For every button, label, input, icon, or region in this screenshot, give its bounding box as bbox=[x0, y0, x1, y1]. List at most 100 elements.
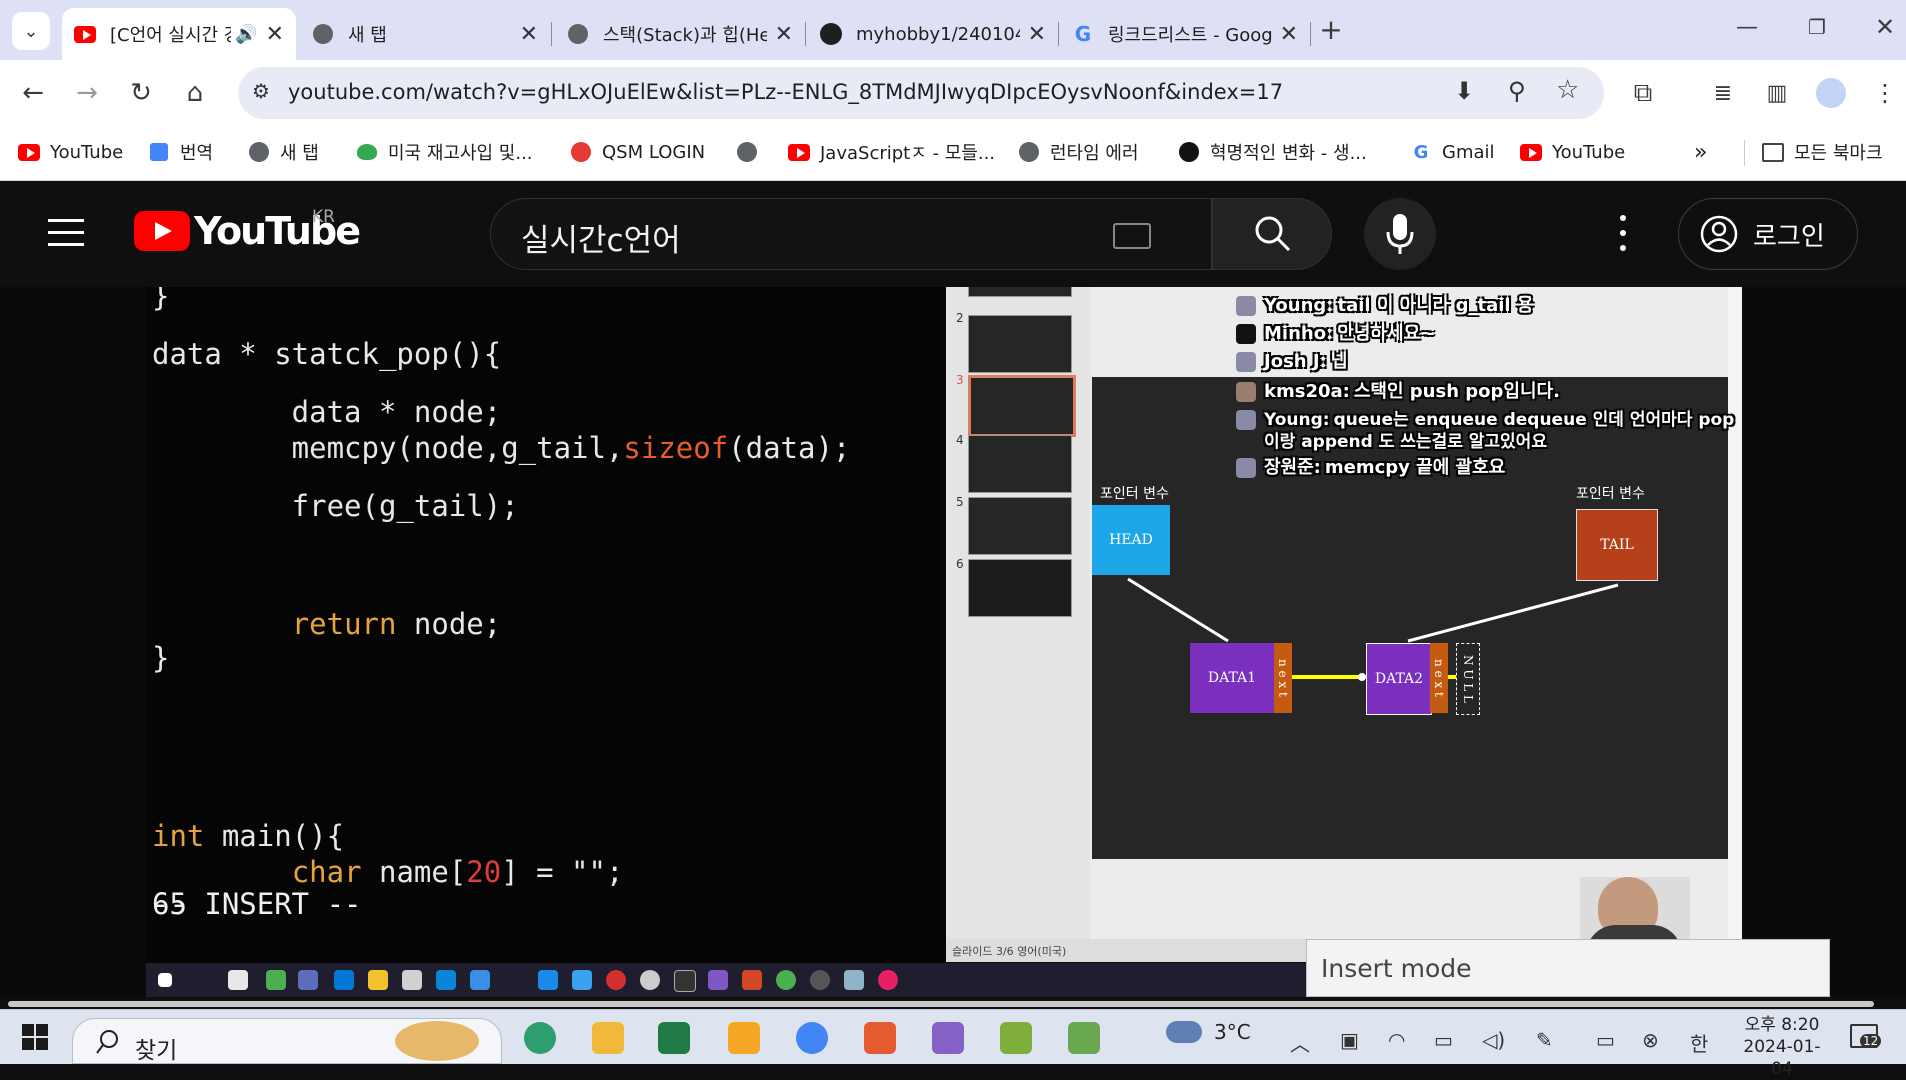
globe-icon bbox=[736, 141, 758, 163]
chat-author: 장원준: bbox=[1264, 457, 1321, 478]
bookmark-item[interactable]: 새 탭 bbox=[248, 136, 319, 168]
speaker-icon[interactable]: 🔊 bbox=[235, 24, 257, 45]
tab-new-tab[interactable]: 새 탭 ✕ bbox=[300, 8, 550, 60]
code-keyword: int bbox=[152, 819, 205, 853]
media-control-icon[interactable]: ≣ bbox=[1706, 76, 1740, 110]
tab-github[interactable]: myhobby1/240104 ✕ bbox=[808, 8, 1058, 60]
bookmark-item[interactable]: YouTube bbox=[18, 136, 123, 168]
tab-stack-heap[interactable]: 스택(Stack)과 힙(Heap) ✕ bbox=[555, 8, 805, 60]
close-icon[interactable]: ✕ bbox=[775, 22, 793, 47]
bookmark-label: Gmail bbox=[1442, 141, 1495, 163]
settings-kebab-icon[interactable] bbox=[1620, 215, 1628, 255]
sign-in-button[interactable]: 로그인 bbox=[1678, 198, 1858, 270]
visual-studio-icon[interactable] bbox=[932, 1022, 964, 1054]
chat-text: 스택인 push pop입니다. bbox=[1353, 381, 1560, 402]
search-button[interactable] bbox=[1212, 198, 1332, 270]
home-icon[interactable]: ⌂ bbox=[178, 76, 212, 110]
notification-center-icon[interactable]: 12 bbox=[1850, 1024, 1882, 1052]
window-close-icon[interactable]: ✕ bbox=[1868, 10, 1902, 44]
taskbar-search-box[interactable]: 찾기 bbox=[72, 1018, 502, 1064]
close-icon[interactable]: ✕ bbox=[266, 22, 284, 47]
keyboard-icon[interactable] bbox=[1113, 223, 1151, 249]
extensions-puzzle-icon[interactable]: ⧉ bbox=[1626, 76, 1660, 110]
wifi-icon[interactable]: ◠ bbox=[1388, 1028, 1405, 1052]
reload-icon[interactable]: ↻ bbox=[124, 76, 158, 110]
zoom-icon[interactable]: ⚲ bbox=[1508, 77, 1526, 105]
translate-icon bbox=[148, 141, 170, 163]
excel-icon[interactable] bbox=[658, 1022, 690, 1054]
site-settings-icon[interactable]: ⚙ bbox=[252, 79, 270, 103]
app-icon[interactable] bbox=[1000, 1022, 1032, 1054]
app-icon[interactable] bbox=[1068, 1022, 1100, 1054]
bookmark-item[interactable]: JavaScriptㅈ - 모들... bbox=[788, 136, 995, 168]
pen-icon[interactable]: ✎ bbox=[1536, 1028, 1553, 1052]
taskbar-clock[interactable]: 오후 8:20 2024-01-04 bbox=[1742, 1014, 1822, 1080]
url-text[interactable]: youtube.com/watch?v=gHLxOJuElEw&list=PLz… bbox=[288, 80, 1283, 104]
bookmark-item[interactable]: 미국 재고사입 및... bbox=[356, 136, 533, 168]
search-query-text[interactable]: 실시간c언어 bbox=[521, 215, 681, 260]
bookmark-item[interactable]: YouTube bbox=[1520, 136, 1625, 168]
code-text: node; bbox=[396, 607, 502, 641]
all-bookmarks-folder[interactable]: 모든 북마크 bbox=[1762, 136, 1883, 168]
install-app-icon[interactable]: ⬇ bbox=[1454, 77, 1474, 105]
app-icon[interactable] bbox=[728, 1022, 760, 1054]
chat-message: Young: tail 이 아니라 g_tail 용 bbox=[1236, 291, 1533, 317]
close-icon[interactable]: ✕ bbox=[1280, 22, 1298, 47]
code-line: } bbox=[152, 641, 170, 675]
bookmark-item[interactable]: 혁명적인 변화 - 생... bbox=[1178, 136, 1367, 168]
video-player[interactable]: } data * statck_pop(){ data * node; memc… bbox=[0, 287, 1906, 997]
voice-search-button[interactable] bbox=[1364, 198, 1436, 270]
chat-message-continued: 이랑 append 도 쓰는걸로 알고있어요 bbox=[1264, 427, 1547, 452]
windows-start-icon[interactable] bbox=[22, 1024, 48, 1050]
close-icon[interactable]: ✕ bbox=[1028, 22, 1046, 47]
camera-icon[interactable]: ▣ bbox=[1340, 1028, 1359, 1052]
bookmark-item[interactable]: G Gmail bbox=[1410, 136, 1495, 168]
bookmark-item[interactable]: QSM LOGIN bbox=[570, 136, 705, 168]
clock-date: 2024-01-04 bbox=[1743, 1037, 1821, 1079]
close-icon[interactable]: ✕ bbox=[520, 22, 538, 47]
address-bar[interactable]: ⚙ youtube.com/watch?v=gHLxOJuElEw&list=P… bbox=[238, 67, 1604, 119]
video-progress-bar[interactable] bbox=[0, 997, 1906, 1009]
speaker-icon[interactable]: ◁) bbox=[1482, 1028, 1505, 1052]
bookmark-divider bbox=[1744, 140, 1745, 166]
bookmark-label: 모든 북마크 bbox=[1794, 143, 1883, 164]
restore-icon[interactable]: ❐ bbox=[1800, 10, 1834, 44]
tab-separator bbox=[805, 22, 806, 46]
profile-avatar-icon[interactable] bbox=[1814, 76, 1848, 110]
weather-widget[interactable]: 3°C bbox=[1166, 1020, 1251, 1044]
back-arrow-icon[interactable]: ← bbox=[16, 76, 50, 110]
tab-search-chevron-icon[interactable]: ⌄ bbox=[12, 12, 50, 50]
bookmarks-overflow-button[interactable]: » bbox=[1694, 136, 1707, 168]
chatgpt-icon[interactable] bbox=[524, 1022, 556, 1054]
forward-arrow-icon[interactable]: → bbox=[70, 76, 104, 110]
bookmark-label: YouTube bbox=[50, 141, 124, 163]
google-icon: G bbox=[1413, 141, 1429, 163]
bookmark-star-icon[interactable]: ☆ bbox=[1556, 75, 1579, 105]
file-explorer-icon[interactable] bbox=[592, 1022, 624, 1054]
no-notification-icon[interactable]: ⊗ bbox=[1642, 1028, 1659, 1052]
new-tab-plus-icon[interactable]: + bbox=[1314, 12, 1348, 46]
ime-indicator[interactable]: 한 bbox=[1690, 1028, 1708, 1057]
chevron-up-icon[interactable]: ︿ bbox=[1290, 1028, 1310, 1057]
hamburger-menu-icon[interactable] bbox=[48, 219, 84, 247]
display-icon[interactable]: ▭ bbox=[1596, 1028, 1615, 1052]
slide-thumbnail bbox=[968, 435, 1072, 493]
search-input[interactable]: 실시간c언어 bbox=[490, 198, 1212, 270]
tab-youtube-live[interactable]: [C언어 실시간 강의1 🔊 ✕ bbox=[62, 8, 296, 60]
bookmark-item[interactable] bbox=[736, 136, 768, 168]
tab-google-linkedlist[interactable]: G 링크드리스트 - Google ✕ bbox=[1060, 8, 1310, 60]
bookmark-item[interactable]: 런타임 에러 bbox=[1018, 136, 1139, 168]
avatar bbox=[1236, 352, 1256, 372]
chrome-icon[interactable] bbox=[796, 1022, 828, 1054]
battery-icon[interactable]: ▭ bbox=[1434, 1028, 1453, 1052]
cloud-icon bbox=[1166, 1021, 1202, 1043]
ubuntu-icon[interactable] bbox=[864, 1022, 896, 1054]
side-panel-icon[interactable]: ▥ bbox=[1760, 76, 1794, 110]
bookmark-item[interactable]: 번역 bbox=[148, 136, 213, 168]
tab-strip: ⌄ [C언어 실시간 강의1 🔊 ✕ 새 탭 ✕ 스택(Stack)과 힙(He… bbox=[0, 0, 1906, 60]
slide-thumbnail-panel: 2 3 4 5 6 bbox=[946, 287, 1090, 962]
slide-scrollbar[interactable] bbox=[1728, 287, 1742, 939]
menu-kebab-icon[interactable]: ⋮ bbox=[1868, 76, 1902, 110]
app-icon bbox=[298, 970, 318, 990]
minimize-icon[interactable]: — bbox=[1730, 10, 1764, 44]
